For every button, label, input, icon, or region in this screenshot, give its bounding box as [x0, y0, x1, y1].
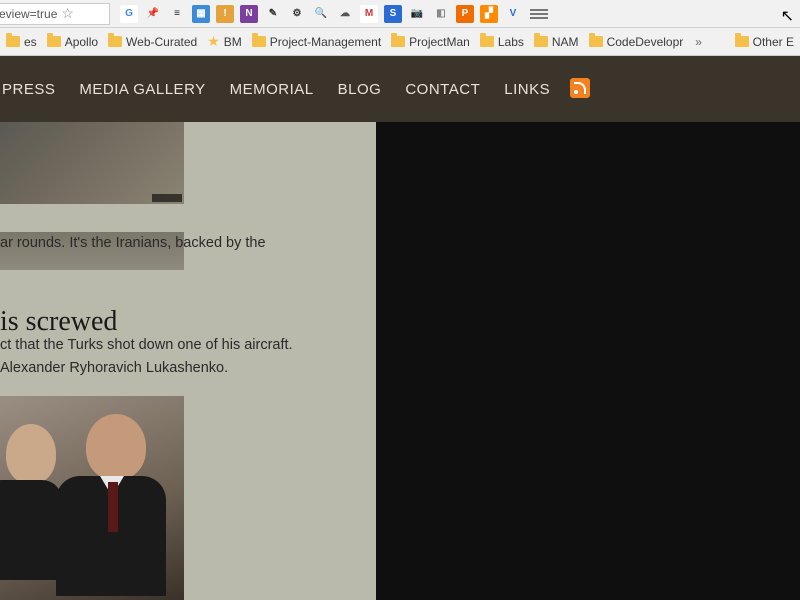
bookmark-codedevelopr[interactable]: CodeDevelopr	[589, 35, 684, 49]
person-2-head	[86, 414, 146, 480]
bookmark-label: Project-Management	[270, 35, 381, 49]
nav-memorial[interactable]: MEMORIAL	[230, 81, 314, 98]
nav-contact[interactable]: CONTACT	[405, 81, 480, 98]
url-text: review=true	[0, 7, 57, 21]
bookmark-web-curated[interactable]: Web-Curated	[108, 35, 197, 49]
folder-icon	[735, 36, 749, 47]
folder-icon	[252, 36, 266, 47]
bookmark-project-management[interactable]: Project-Management	[252, 35, 381, 49]
bookmarks-bar: es Apollo Web-Curated ★ BM Project-Management…	[0, 28, 800, 56]
bookmark-label: BM	[224, 35, 242, 49]
site-nav: PRESS MEDIA GALLERY MEMORIAL BLOG CONTAC…	[0, 56, 800, 122]
nav-blog[interactable]: BLOG	[338, 81, 382, 98]
ext-google-g-icon[interactable]: G	[120, 5, 138, 23]
bookmark-nam[interactable]: NAM	[534, 35, 579, 49]
rss-icon[interactable]	[570, 78, 590, 98]
bookmark-es[interactable]: es	[6, 35, 37, 49]
ext-p-orange-icon[interactable]: P	[456, 5, 474, 23]
browser-toolbar: review=true ☆ G 📌 ≡ ▦! N ✎ ⚙ 🔍 ☁ MS 📷 ◧ P ▞ V ↖	[0, 0, 800, 28]
chrome-menu-button[interactable]	[530, 5, 548, 23]
ext-eyedropper-icon[interactable]: ✎	[264, 5, 282, 23]
bookmark-other[interactable]: Other E	[735, 35, 794, 49]
bookmark-label: Other E	[753, 35, 794, 49]
address-bar[interactable]: review=true ☆	[0, 3, 110, 25]
nav-links[interactable]: LINKS	[504, 81, 550, 98]
article-image-1	[0, 122, 184, 204]
bookmark-label: Web-Curated	[126, 35, 197, 49]
person-2-tie	[108, 482, 118, 532]
ext-camera-icon[interactable]: 📷	[408, 5, 426, 23]
article-image-2	[0, 396, 184, 600]
bookmark-bm[interactable]: ★ BM	[207, 33, 242, 50]
ext-gmail-icon[interactable]: M	[360, 5, 378, 23]
ext-analytics-icon[interactable]: ▞	[480, 5, 498, 23]
ext-onenote-icon[interactable]: N	[240, 5, 258, 23]
article-snippet-2: ct that the Turks shot down one of his a…	[0, 336, 370, 356]
bookmark-label: ProjectMan	[409, 35, 470, 49]
ext-shield-icon[interactable]: ◧	[432, 5, 450, 23]
nav-press[interactable]: PRESS	[2, 81, 55, 98]
bookmark-label: Labs	[498, 35, 524, 49]
mouse-cursor-icon: ↖	[781, 6, 794, 26]
ext-cloud-icon[interactable]: ☁	[336, 5, 354, 23]
bookmark-label: NAM	[552, 35, 579, 49]
folder-icon	[589, 36, 603, 47]
article-headline[interactable]: is screwed	[0, 306, 117, 338]
bookmark-star-icon[interactable]: ☆	[61, 5, 74, 22]
bookmarks-right: Other E	[735, 35, 794, 49]
folder-icon	[391, 36, 405, 47]
person-1-body	[0, 480, 62, 580]
folder-icon	[480, 36, 494, 47]
folder-icon	[534, 36, 548, 47]
ext-pin-icon[interactable]: 📌	[144, 5, 162, 23]
article-snippet-1: ar rounds. It's the Iranians, backed by …	[0, 234, 370, 254]
star-icon: ★	[207, 33, 220, 50]
bookmark-label: CodeDevelopr	[607, 35, 684, 49]
ext-box-icon[interactable]: !	[216, 5, 234, 23]
bookmarks-overflow[interactable]: »	[693, 35, 704, 49]
page-content: PRESS MEDIA GALLERY MEMORIAL BLOG CONTAC…	[0, 56, 800, 600]
bookmark-label: es	[24, 35, 37, 49]
bookmark-apollo[interactable]: Apollo	[47, 35, 98, 49]
ext-v-blue-icon[interactable]: V	[504, 5, 522, 23]
bookmarks-left: es Apollo Web-Curated ★ BM Project-Management…	[6, 33, 683, 50]
ext-tile-icon[interactable]: ▦	[192, 5, 210, 23]
ext-gear-icon[interactable]: ⚙	[288, 5, 306, 23]
folder-icon	[108, 36, 122, 47]
ext-search-icon[interactable]: 🔍	[312, 5, 330, 23]
article-snippet-3: Alexander Ryhoravich Lukashenko.	[0, 359, 370, 379]
bookmark-label: Apollo	[65, 35, 98, 49]
extension-icons: G 📌 ≡ ▦! N ✎ ⚙ 🔍 ☁ MS 📷 ◧ P ▞ V	[110, 5, 528, 23]
person-1-head	[6, 424, 56, 484]
folder-icon	[6, 36, 20, 47]
bookmark-projectman[interactable]: ProjectMan	[391, 35, 470, 49]
nav-media-gallery[interactable]: MEDIA GALLERY	[79, 81, 205, 98]
folder-icon	[47, 36, 61, 47]
ext-buffer-icon[interactable]: ≡	[168, 5, 186, 23]
ext-s-blue-icon[interactable]: S	[384, 5, 402, 23]
bookmark-labs[interactable]: Labs	[480, 35, 524, 49]
